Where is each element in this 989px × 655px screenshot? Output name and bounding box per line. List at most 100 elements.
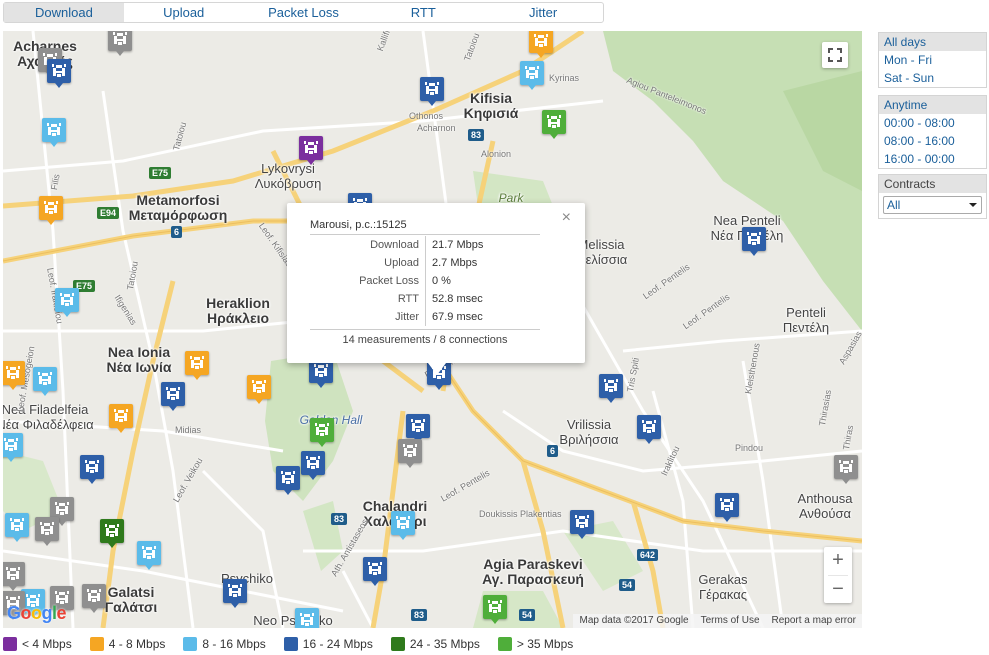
place-name: Agia Paraskevi	[483, 556, 583, 572]
popup-row: Jitter 67.9 msec	[310, 308, 483, 326]
place-name-greek: Λυκόβρυση	[254, 176, 322, 191]
measurement-marker[interactable]	[3, 361, 25, 390]
measurement-marker[interactable]	[108, 31, 132, 56]
measurement-marker[interactable]	[391, 511, 415, 540]
contracts-label: Contracts	[879, 175, 986, 193]
router-icon	[368, 562, 382, 575]
road-shield: 6	[171, 226, 183, 238]
measurement-marker[interactable]	[834, 455, 858, 484]
measurement-marker[interactable]	[742, 227, 766, 256]
measurement-marker[interactable]	[247, 375, 271, 404]
measurement-marker[interactable]	[223, 579, 247, 608]
router-icon	[306, 456, 320, 469]
fullscreen-button[interactable]	[822, 42, 848, 68]
measurement-marker[interactable]	[276, 466, 300, 495]
router-icon	[396, 516, 410, 529]
measurement-marker[interactable]	[520, 61, 544, 90]
place-label: Galatsi Γαλάτσι	[105, 585, 158, 615]
router-icon	[87, 589, 101, 602]
tab-packet-loss[interactable]: Packet Loss	[244, 3, 364, 22]
measurement-marker[interactable]	[483, 595, 507, 624]
zoom-out-button[interactable]: −	[824, 576, 852, 604]
legend-item: > 35 Mbps	[497, 637, 573, 651]
filter-all-days[interactable]: All days	[879, 33, 986, 51]
router-icon	[604, 379, 618, 392]
measurement-marker[interactable]	[529, 31, 553, 58]
road-shield: 642	[637, 549, 659, 561]
measurement-marker[interactable]	[3, 433, 23, 462]
measurement-marker[interactable]	[42, 118, 66, 147]
measurement-marker[interactable]	[47, 59, 71, 88]
measurement-marker[interactable]	[301, 451, 325, 480]
zoom-in-button[interactable]: +	[824, 547, 852, 575]
router-icon	[40, 522, 54, 535]
measurement-marker[interactable]	[420, 77, 444, 106]
measurement-marker[interactable]	[363, 557, 387, 586]
measurement-marker[interactable]	[109, 404, 133, 433]
router-icon	[304, 141, 318, 154]
legend-label: 16 - 24 Mbps	[302, 637, 373, 651]
place-label: Vrilissia Βριλήσσια	[559, 417, 618, 447]
measurement-marker[interactable]	[39, 196, 63, 225]
place-name-greek: Νέα Ιωνία	[106, 359, 172, 375]
measurement-marker[interactable]	[33, 367, 57, 396]
map-data-credit: Map data ©2017 Google	[579, 615, 689, 626]
measurement-marker[interactable]	[570, 510, 594, 539]
place-name: Metamorfosi	[136, 192, 220, 208]
measurement-marker[interactable]	[161, 382, 185, 411]
place-name: Kifisia	[469, 90, 513, 106]
measurement-marker[interactable]	[5, 513, 29, 542]
measurement-marker[interactable]	[542, 110, 566, 139]
measurement-marker[interactable]	[295, 608, 319, 628]
router-icon	[4, 438, 18, 451]
road-shield: 54	[519, 609, 536, 621]
measurement-marker[interactable]	[637, 415, 661, 444]
popup-row: Packet Loss 0 %	[310, 272, 483, 290]
router-icon	[114, 409, 128, 422]
tab-jitter[interactable]: Jitter	[483, 3, 603, 22]
measurement-marker[interactable]	[715, 493, 739, 522]
measurement-marker[interactable]	[3, 562, 25, 591]
filter-08-16[interactable]: 08:00 - 16:00	[879, 132, 986, 150]
road-shield: 6	[547, 445, 559, 457]
measurement-marker[interactable]	[35, 517, 59, 546]
measurement-marker[interactable]	[55, 288, 79, 317]
measurement-marker[interactable]	[185, 351, 209, 380]
legend-swatch	[390, 637, 405, 651]
filter-16-00[interactable]: 16:00 - 00:00	[879, 150, 986, 168]
popup-title: Marousi, p.c.:15125	[310, 219, 407, 231]
measurement-marker[interactable]	[299, 136, 323, 165]
tab-rtt[interactable]: RTT	[363, 3, 483, 22]
filter-sat-sun[interactable]: Sat - Sun	[879, 69, 986, 87]
contracts-select[interactable]: All	[883, 196, 982, 214]
terms-of-use-link[interactable]: Terms of Use	[695, 614, 766, 628]
measurement-marker[interactable]	[398, 439, 422, 468]
measurement-marker[interactable]	[599, 374, 623, 403]
road-shield: E94	[97, 207, 120, 219]
map-canvas[interactable]: AcharnesΑχαρνέςKifisiaΚηφισιάLykovrysiΛυ…	[3, 31, 862, 628]
filter-anytime[interactable]: Anytime	[879, 96, 986, 114]
router-icon	[525, 66, 539, 79]
measurement-marker[interactable]	[137, 541, 161, 570]
measurement-marker[interactable]	[310, 418, 334, 447]
measurement-marker[interactable]	[100, 519, 124, 548]
measurement-marker[interactable]	[406, 414, 430, 443]
place-name-greek: Νέα Φιλαδέλφεια	[3, 417, 94, 432]
measurement-marker[interactable]	[80, 455, 104, 484]
filter-00-08[interactable]: 00:00 - 08:00	[879, 114, 986, 132]
tab-download[interactable]: Download	[4, 3, 124, 22]
report-error-link[interactable]: Report a map error	[766, 614, 862, 628]
router-icon	[166, 387, 180, 400]
router-icon	[52, 64, 66, 77]
road-shield: 83	[331, 513, 348, 525]
road-label: Doukissis Plakentias	[479, 509, 562, 519]
filter-mon-fri[interactable]: Mon - Fri	[879, 51, 986, 69]
popup-close-button[interactable]: ×	[562, 209, 571, 227]
measurement-marker[interactable]	[82, 584, 106, 613]
place-name: Neo Psychiko	[253, 613, 333, 628]
router-icon	[534, 34, 548, 47]
legend-label: < 4 Mbps	[22, 637, 72, 651]
tab-upload[interactable]: Upload	[124, 3, 244, 22]
router-icon	[300, 613, 314, 626]
legend-swatch	[283, 637, 298, 651]
